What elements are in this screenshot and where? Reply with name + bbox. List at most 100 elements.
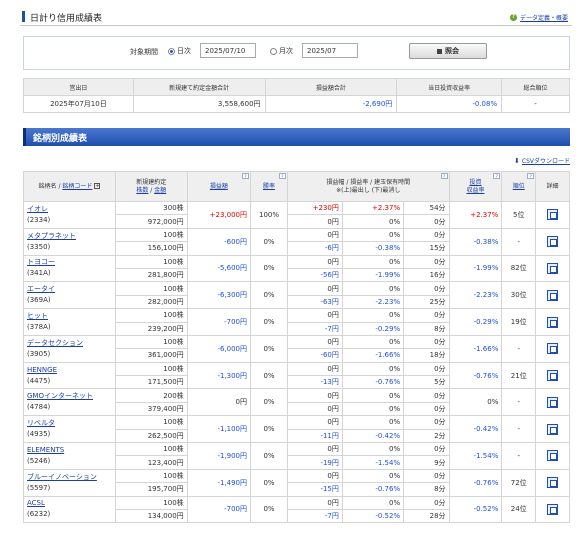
stock-code: (3350) (27, 242, 51, 251)
stock-name-link[interactable]: データセクション (27, 338, 112, 349)
pl-amount: -700円 (186, 308, 252, 336)
max-pl: 0円 (286, 254, 343, 269)
win-rate: 0% (250, 227, 288, 256)
monthly-radio[interactable] (270, 47, 277, 55)
contract-amount: 972,000円 (114, 214, 188, 229)
rank: 5位 (501, 201, 537, 229)
table-row: HENNGE (4475) 100株 -1,300円 0% 0円 0% 0分 -0.76% 21位 (23, 361, 570, 390)
sort-by-pl-link[interactable]: 損益額 (210, 183, 228, 190)
max-time: 0分 (403, 495, 450, 510)
detail-cell (535, 442, 570, 470)
stock-name-link[interactable]: メタプラネット (27, 231, 112, 242)
max-pl: 0円 (286, 227, 343, 243)
title-marker (22, 11, 25, 22)
col-contract: 新規建約定 株数 / 金額 (114, 171, 188, 202)
sort-by-amount-link[interactable]: 金額 (154, 187, 166, 194)
detail-icon[interactable] (547, 423, 559, 435)
detail-icon[interactable] (547, 209, 559, 221)
pl-amount: -1,300円 (186, 361, 252, 390)
sort-by-return-link-2[interactable]: 収益率 (450, 187, 502, 195)
csv-download-link[interactable]: CSVダウンロード (522, 156, 570, 165)
stock-name-cell: トヨコー (341A) (23, 254, 116, 283)
stock-name-link[interactable]: HENNGE (27, 365, 112, 376)
sort-by-rank-link[interactable]: 順位 (513, 183, 525, 190)
summary-contract-total: 3,558,600円 (132, 95, 266, 113)
sort-by-qty-link[interactable]: 株数 (136, 187, 148, 194)
min-time: 18分 (403, 348, 450, 363)
period-label: 対象期間 (130, 48, 158, 56)
stock-name-link[interactable]: イオレ (27, 204, 112, 215)
min-time: 8分 (403, 482, 450, 497)
stock-code: (4475) (27, 376, 51, 385)
contract-qty: 100株 (114, 468, 188, 484)
stock-name-link[interactable]: ACSL (27, 498, 112, 509)
detail-cell (535, 201, 570, 229)
rank: 19位 (501, 308, 537, 336)
max-time: 0分 (403, 361, 450, 377)
table-row: ヒット (378A) 100株 -700円 0% 0円 0% 0分 -0.29% 19位 (23, 308, 570, 336)
monthly-date-input[interactable]: 2025/07 (302, 43, 358, 58)
stock-name-cell: データセクション (3905) (23, 334, 116, 363)
stock-name-cell: ブルーイノベーション (5597) (23, 468, 116, 497)
stock-name-link[interactable]: ブルーイノベーション (27, 472, 112, 483)
min-rate: -1.99% (341, 267, 405, 283)
submit-button[interactable]: 照会 (409, 43, 487, 59)
detail-icon[interactable] (547, 236, 559, 248)
sort-by-win-link[interactable]: 勝率 (263, 183, 275, 190)
table-row: ブルーイノベーション (5597) 100株 -1,490円 0% 0円 0% 0分 -0.76… (23, 468, 570, 497)
pl-amount: -5,600円 (186, 254, 252, 283)
detail-icon[interactable] (547, 477, 559, 489)
stock-name-link[interactable]: ヒット (27, 311, 112, 322)
min-rate: 0% (341, 214, 405, 229)
detail-icon[interactable] (547, 343, 559, 355)
return-help-icon[interactable]: ? (493, 173, 501, 179)
max-time: 54分 (403, 200, 450, 216)
stock-name-cell: イオレ (2334) (23, 201, 116, 229)
col-rank: ? 順位 (501, 171, 537, 202)
search-icon (437, 48, 442, 54)
max-pl: 0円 (286, 495, 343, 510)
stock-name-link[interactable]: GMOインターネット (27, 391, 112, 402)
range-help-icon[interactable]: ? (440, 173, 448, 179)
investment-return: -1.66% (448, 334, 503, 363)
rank-help-icon[interactable]: ? (527, 173, 535, 179)
summary-table: 営出日 新規建て約定金額合計 損益額合計 当日投資収益率 総合順位 2025年0… (23, 78, 570, 113)
detail-icon[interactable] (547, 316, 559, 328)
detail-icon[interactable] (547, 289, 559, 301)
detail-icon[interactable] (547, 262, 559, 274)
min-pl: -7円 (286, 508, 343, 524)
investment-return: -1.99% (448, 254, 503, 283)
csv-download[interactable]: ⬇ CSVダウンロード (514, 156, 570, 166)
detail-icon[interactable] (547, 503, 559, 515)
monthly-option[interactable]: 月次 (270, 46, 293, 56)
data-definition-link[interactable]: データ定義・概要 (520, 13, 568, 22)
max-pl: 0円 (286, 415, 343, 430)
col-win: ? 勝率 (250, 171, 288, 202)
stock-name-link[interactable]: ELEMENTS (27, 445, 112, 456)
sort-toggle-icon[interactable]: + (94, 183, 101, 189)
stock-code: (369A) (27, 296, 51, 305)
win-rate: 0% (250, 334, 288, 363)
max-rate: 0% (341, 415, 405, 430)
sort-by-return-link[interactable]: 投資 (450, 179, 502, 187)
daily-option[interactable]: 日次 (168, 46, 191, 56)
stock-name-link[interactable]: エータイ (27, 284, 112, 295)
rank: 21位 (501, 361, 537, 390)
daily-radio[interactable] (168, 47, 175, 55)
detail-icon[interactable] (547, 396, 559, 408)
win-help-icon[interactable]: ? (278, 173, 286, 179)
pl-help-icon[interactable]: ? (242, 173, 250, 179)
detail-icon[interactable] (547, 370, 559, 382)
submit-label: 照会 (445, 47, 459, 55)
daily-date-input[interactable]: 2025/07/10 (200, 43, 256, 58)
max-rate: 0% (341, 281, 405, 296)
stock-name-link[interactable]: トヨコー (27, 257, 112, 268)
detail-icon[interactable] (547, 450, 559, 462)
stock-name-link[interactable]: リベルタ (27, 418, 112, 429)
max-rate: 0% (341, 227, 405, 243)
investment-return: -0.76% (448, 361, 503, 390)
stock-name-cell: ELEMENTS (5246) (23, 442, 116, 470)
sort-by-code-link[interactable]: 銘柄コード (62, 183, 92, 190)
detail-cell (535, 254, 570, 283)
detail-cell (535, 388, 570, 417)
